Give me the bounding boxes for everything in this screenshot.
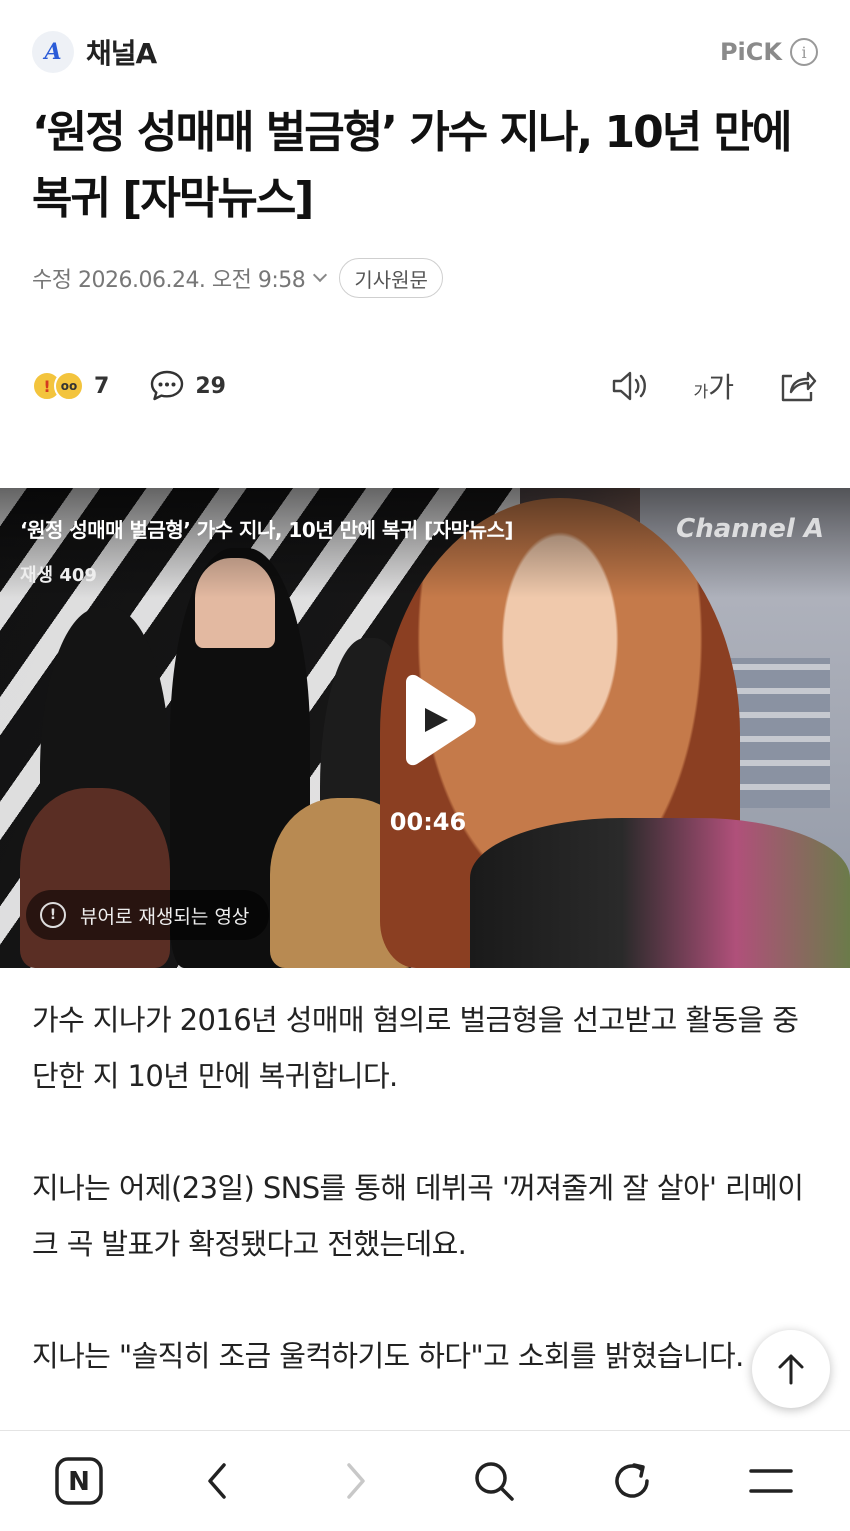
scroll-top-button[interactable] (752, 1330, 830, 1408)
press-logo[interactable]: A (32, 31, 74, 73)
back-icon (208, 1463, 227, 1499)
pick-label: PiCK (719, 38, 782, 66)
menu-button[interactable] (736, 1446, 806, 1516)
article-meta: 수정 2026.06.24. 오전 9:58 기사원문 (32, 257, 443, 299)
speaker-icon[interactable] (610, 369, 650, 403)
reaction-button[interactable]: ! oo 7 (32, 371, 109, 401)
comment-count: 29 (195, 373, 226, 399)
chevron-down-icon[interactable] (313, 267, 328, 283)
refresh-button[interactable] (597, 1446, 667, 1516)
comment-icon (151, 370, 184, 401)
naver-home-icon: N (55, 1457, 103, 1505)
info-icon[interactable]: i (790, 38, 818, 66)
comment-button[interactable]: 29 (149, 369, 226, 403)
channel-watermark: Channel A (676, 514, 824, 544)
arrow-up-icon (778, 1354, 804, 1385)
back-button[interactable] (182, 1446, 252, 1516)
font-size-large-label: 가 (708, 371, 734, 404)
viewer-notice: ! 뷰어로 재생되는 영상 (26, 890, 270, 940)
article-paragraph: 지나는 "솔직히 조금 울컥하기도 하다"고 소회를 밝혔습니다. (32, 1339, 744, 1373)
article-paragraph: 지나는 어제(23일) SNS를 통해 데뷔곡 '꺼져줄게 잘 살아' 리메이크… (32, 1171, 804, 1261)
video-figure (20, 788, 170, 968)
browser-bottom-nav: N (0, 1430, 850, 1531)
original-article-button[interactable]: 기사원문 (339, 258, 443, 298)
pick-badge[interactable]: PiCK i (720, 38, 818, 66)
article-action-bar: ! oo 7 29 가가 (32, 360, 818, 412)
font-size-small-label: 가 (693, 382, 709, 401)
play-icon[interactable] (386, 672, 482, 768)
search-button[interactable] (459, 1446, 529, 1516)
article-date: 수정 2026.06.24. 오전 9:58 (32, 268, 306, 293)
naver-home-letter: N (68, 1467, 90, 1497)
press-logo-letter: A (44, 39, 62, 65)
video-player[interactable]: ‘원정 성매매 벌금형’ 가수 지나, 10년 만에 복귀 [자막뉴스] Cha… (0, 488, 850, 968)
press-name[interactable]: 채널A (86, 32, 157, 72)
search-icon (475, 1462, 514, 1501)
article-paragraph: 가수 지나가 2016년 성매매 혐의로 벌금형을 선고받고 활동을 중단한 지… (32, 1003, 799, 1093)
menu-icon (749, 1469, 793, 1493)
share-icon[interactable] (778, 368, 818, 404)
video-title: ‘원정 성매매 벌금형’ 가수 지나, 10년 만에 복귀 [자막뉴스] (20, 518, 514, 542)
video-coat (470, 818, 850, 968)
article-tools: 가가 (610, 366, 819, 406)
info-icon: ! (40, 902, 66, 928)
shocked-emoji-icon: oo (54, 371, 84, 401)
reaction-count: 7 (94, 373, 110, 399)
refresh-icon (615, 1463, 650, 1498)
font-size-button[interactable]: 가가 (694, 366, 735, 406)
article-body: 가수 지나가 2016년 성매매 혐의로 벌금형을 선고받고 활동을 중단한 지… (32, 992, 818, 1440)
naver-home-button[interactable]: N (44, 1446, 114, 1516)
viewer-notice-text: 뷰어로 재생되는 영상 (80, 905, 250, 928)
forward-button[interactable] (321, 1446, 391, 1516)
forward-icon (347, 1463, 365, 1499)
press-header: A 채널A PiCK i (32, 30, 818, 74)
video-view-count: 재생 409 (20, 565, 97, 586)
article-headline: ‘원정 성매매 벌금형’ 가수 지나, 10년 만에 복귀 [자막뉴스] (32, 107, 792, 224)
video-duration: 00:46 (389, 808, 467, 836)
